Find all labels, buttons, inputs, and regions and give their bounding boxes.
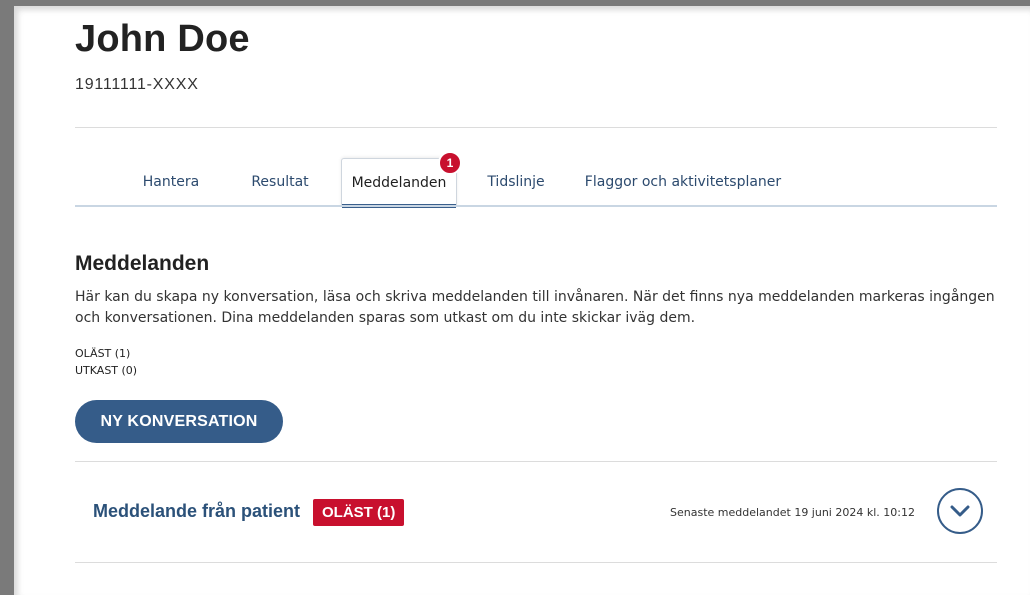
tab-flaggor[interactable]: Flaggor och aktivitetsplaner (583, 158, 783, 206)
tab-label: Hantera (142, 174, 200, 190)
section-title: Meddelanden (75, 252, 210, 275)
divider (75, 461, 997, 462)
tab-label: Tidslinje (487, 174, 545, 190)
section-description: Här kan du skapa ny konversation, läsa o… (75, 289, 995, 326)
divider (75, 562, 997, 563)
tab-notification-badge: 1 (438, 151, 462, 175)
patient-personal-number: 19111111-XXXX (75, 76, 199, 93)
tab-meddelanden[interactable]: Meddelanden 1 (341, 151, 462, 208)
tab-tidslinje[interactable]: Tidslinje (480, 158, 552, 206)
tab-resultat[interactable]: Resultat (245, 158, 315, 206)
patient-name: John Doe (75, 18, 250, 60)
tab-bar: Hantera Resultat Meddelanden 1 Tidslinje… (75, 151, 997, 208)
draft-counter[interactable]: UTKAST (0) (75, 364, 137, 377)
tab-label: Resultat (251, 174, 309, 190)
conversation-unread-badge: OLÄST (1) (313, 499, 405, 526)
unread-counter[interactable]: OLÄST (1) (75, 347, 130, 360)
conversation-expand-button[interactable] (937, 488, 983, 534)
new-conversation-button[interactable]: NY KONVERSATION (75, 400, 283, 443)
conversation-latest-timestamp: Senaste meddelandet 19 juni 2024 kl. 10:… (670, 506, 915, 519)
tab-label: Flaggor och aktivitetsplaner (584, 174, 782, 190)
divider (75, 127, 997, 128)
conversation-title[interactable]: Meddelande från patient (93, 501, 300, 522)
tab-bar-underline (75, 205, 997, 207)
chevron-down-icon (950, 505, 970, 517)
tab-label: Meddelanden (351, 175, 447, 191)
tab-hantera[interactable]: Hantera (135, 158, 207, 206)
new-conversation-label: NY KONVERSATION (100, 412, 258, 430)
